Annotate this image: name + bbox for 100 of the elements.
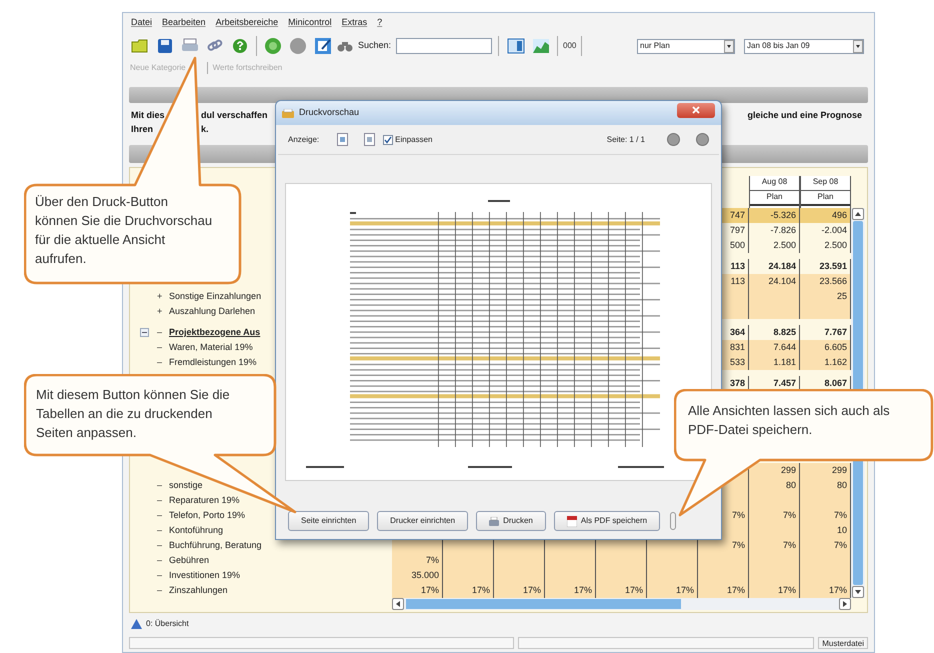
table-cell-text: 17% [574, 584, 592, 597]
table-cell-text: 17% [624, 584, 643, 597]
period-select[interactable]: Jan 08 bis Jan 09 [744, 38, 864, 54]
callout-text: Mit diesem Button können Sie die Tabellen an die zu druckenden Seiten anpassen. [36, 386, 231, 442]
table-cell-text: 24.104 [768, 274, 796, 288]
table-cell-text: 10 [836, 524, 847, 537]
printer-icon [489, 516, 500, 526]
search-label: Suchen: [358, 39, 392, 52]
scroll-right-button[interactable] [839, 598, 851, 610]
row-label: sonstige [169, 478, 203, 492]
tree-marker: – [157, 494, 164, 507]
table-cell-text: 378 [730, 376, 745, 390]
help-icon [231, 37, 249, 55]
menu-item[interactable]: Arbeitsbereiche [216, 16, 278, 30]
down-arrow-icon [855, 590, 861, 594]
table-cell-text: -5.326 [770, 208, 796, 222]
table-cell-text: 1.162 [824, 356, 847, 369]
table-cell-text: 80 [786, 478, 796, 492]
close-button[interactable] [677, 102, 715, 118]
binoculars-icon [337, 40, 353, 52]
table-cell-text: 2.500 [773, 238, 796, 252]
table-cell-text: 113 [730, 260, 745, 273]
table-cell-text: 17% [726, 584, 745, 597]
table-cell-text: 364 [730, 326, 745, 339]
table-cell-text: 23.566 [819, 274, 847, 288]
pdf-file-icon [566, 516, 577, 526]
sheet-tab[interactable]: 0: Übersicht [146, 618, 189, 630]
page-icon[interactable] [364, 133, 376, 146]
table-cell-text: 7% [426, 554, 439, 567]
edit-button[interactable] [312, 35, 334, 57]
table-cell-text: 7% [834, 508, 847, 522]
menu-item[interactable]: Datei [131, 16, 152, 30]
scroll-up-button[interactable] [852, 208, 864, 220]
next-page-button[interactable] [696, 133, 709, 146]
scroll-left-button[interactable] [392, 598, 404, 610]
table-cell-text: 24.184 [768, 260, 796, 273]
triangle-icon [131, 619, 142, 629]
menu-item[interactable]: Extras [342, 16, 368, 30]
row-label: Auszahlung Darlehen [169, 304, 256, 318]
row-label: Investitionen 19% [169, 568, 240, 582]
table-cell-text: 7.457 [773, 376, 796, 390]
table-cell-text: 7% [732, 508, 745, 522]
table-cell-text: 299 [780, 464, 796, 477]
chart-icon [532, 37, 550, 55]
collapse-icon[interactable] [140, 328, 149, 337]
up-arrow-icon [855, 212, 861, 216]
menu-item[interactable]: Bearbeiten [162, 16, 206, 30]
table-cell-text: 17% [778, 584, 796, 597]
row-label: Reparaturen 19% [169, 494, 240, 507]
previous-page-button[interactable] [667, 133, 680, 146]
dialog-button[interactable]: Drucker einrichten [377, 511, 468, 531]
row-label: Gebühren [169, 554, 210, 567]
table-cell-text: 6.605 [824, 340, 847, 354]
description-text: Mit dies [131, 110, 165, 120]
tree-marker: + [157, 290, 164, 303]
ring-button[interactable] [262, 35, 284, 57]
table-cell-text: 17% [828, 584, 847, 597]
dialog-button[interactable]: Als PDF speichern [554, 511, 660, 531]
display-label: Anzeige: [288, 134, 320, 146]
table-cell-text: 23.591 [819, 260, 847, 273]
menu-item[interactable]: Minicontrol [288, 16, 332, 30]
left-arrow-icon [396, 601, 400, 607]
scrollbar-thumb[interactable] [406, 599, 681, 609]
tree-marker: – [157, 340, 164, 354]
close-icon [692, 106, 700, 114]
table-cell-text: 80 [836, 478, 847, 492]
dialog-button[interactable]: Drucken [476, 511, 546, 531]
callout-text: Über den Druck-Button können Sie die Druchvorschau für die aktuelle Ansicht aufrufen. [35, 193, 213, 268]
column-header: Plan [801, 191, 850, 206]
table-cell-text: 7% [834, 538, 847, 552]
filter-select[interactable]: nur Plan [637, 38, 735, 54]
fit-checkbox[interactable] [383, 134, 394, 144]
row-label: Buchführung, Beratung [169, 538, 262, 552]
table-cell-text: 7.767 [824, 326, 847, 339]
description-text: k. [201, 122, 209, 136]
scroll-down-button[interactable] [852, 586, 864, 598]
description-text: gleiche und eine Prognose [747, 109, 862, 122]
floppy-icon [156, 37, 174, 55]
table-cell-text: 8.825 [773, 326, 796, 339]
table-cell-text: 35.000 [411, 568, 439, 582]
search-field[interactable] [396, 38, 492, 54]
page-icon[interactable] [337, 133, 348, 146]
check-icon [384, 136, 392, 144]
checkbox-label: Einpassen [395, 134, 432, 146]
table-cell-text: 747 [730, 208, 745, 222]
table-cell-text: 533 [730, 356, 745, 369]
disc-icon [289, 37, 307, 55]
column-header: Sep 08 [801, 176, 850, 191]
table-cell-text: 7% [782, 538, 796, 552]
dialog-button[interactable]: Seite einrichten [288, 511, 370, 531]
tree-marker: – [157, 524, 164, 537]
row-label: Sonstige Einzahlungen [169, 290, 262, 303]
window-icon [507, 37, 526, 55]
table-cell-text: -2.004 [821, 224, 847, 237]
table-cell-text: 7% [732, 538, 745, 552]
dialog-title: Druckvorschau [299, 106, 360, 120]
menu-item[interactable]: ? [377, 16, 382, 30]
edit-icon [314, 37, 332, 55]
ring-icon [264, 37, 282, 55]
right-arrow-icon [843, 601, 847, 607]
